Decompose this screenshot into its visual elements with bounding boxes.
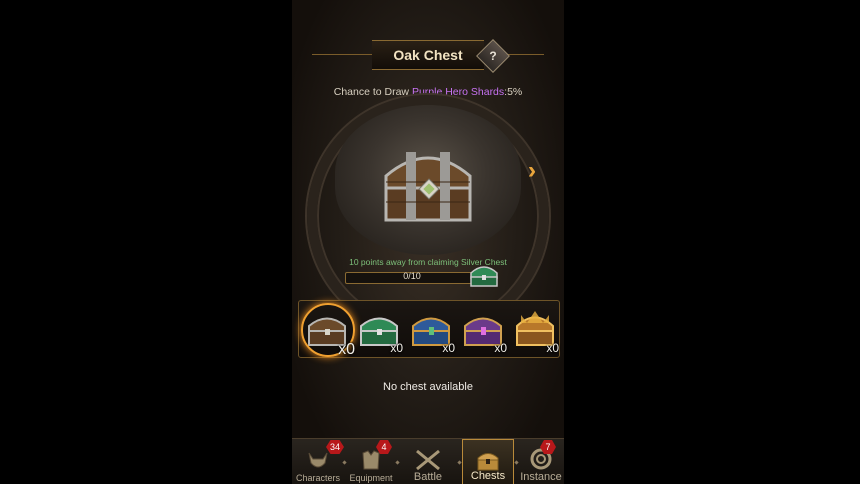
chest-count: x0 [390,341,403,355]
tab-label: Characters [295,473,340,483]
chest-slot-purple[interactable]: x0 [461,309,507,355]
tab-label: Equipment [349,473,393,483]
title-plate: Oak Chest [312,40,544,70]
question-icon: ? [489,49,497,63]
page-title: Oak Chest [393,47,463,63]
tab-equipment[interactable]: Equipment 4 [346,439,396,484]
chest-slot-blue[interactable]: x0 [409,309,455,355]
tab-label: Chests [470,470,506,482]
progress-message: 10 points away from claiming Silver Ches… [349,257,507,267]
tab-label: Instance [520,471,562,483]
chest-count: x0 [442,341,455,355]
chest-slot-bar: x0 x0 x0 x0 x0 [298,300,560,358]
tab-instance[interactable]: Instance 7 [518,439,564,484]
chest-slot-gold[interactable]: x0 [513,309,559,355]
helmet-icon [308,452,328,468]
chance-percent: :5% [504,86,523,98]
oak-chest-image[interactable] [378,138,478,228]
empty-message: No chest available [383,381,473,393]
tab-characters[interactable]: Characters 34 [292,439,344,484]
chest-icon [477,453,499,471]
chest-count: x0 [338,341,355,358]
crossed-swords-icon [416,449,440,471]
game-screen: Oak Chest ? Chance to Draw Purple Hero S… [292,0,564,484]
tab-label: Battle [413,471,443,483]
chest-slot-oak[interactable]: x0 [301,303,355,358]
chance-prefix: Chance to Draw [333,86,412,98]
divider [457,460,462,465]
silver-chest-goal-icon [470,266,498,287]
tab-battle[interactable]: Battle [400,439,456,484]
chest-slot-silver[interactable]: x0 [357,309,403,355]
chest-count: x0 [546,341,559,355]
tab-chests[interactable]: Chests [462,439,514,484]
chest-count: x0 [494,341,507,355]
bottom-nav: Characters 34 Equipment 4 Battle Chests … [292,438,564,484]
divider [395,460,400,465]
